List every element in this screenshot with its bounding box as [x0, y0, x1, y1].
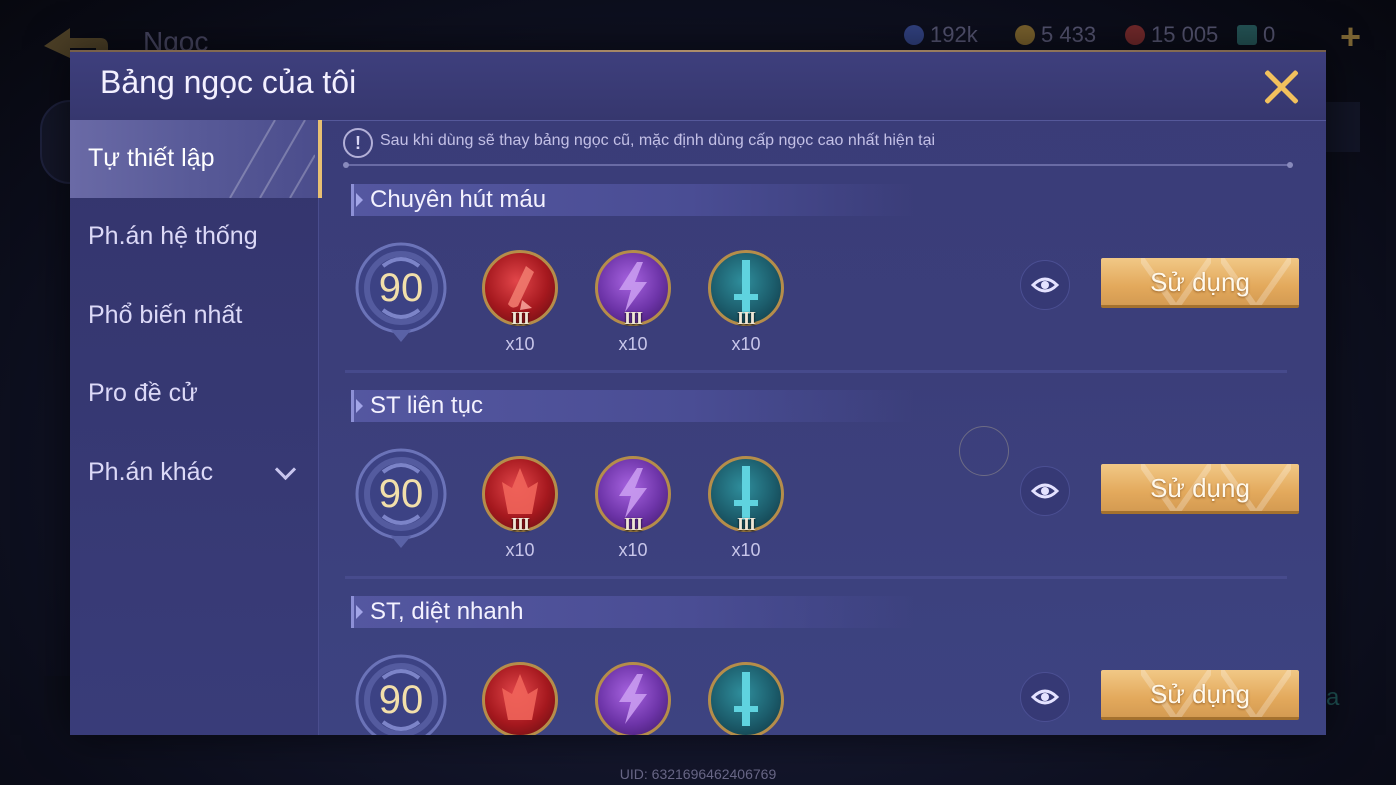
red-gem-icon: [1125, 25, 1145, 45]
level-badge: 90: [353, 240, 451, 346]
rune-count: x10: [731, 334, 761, 354]
gold-coin-icon: [1015, 25, 1035, 45]
sidebar-item-label: Pro đề cử: [88, 379, 198, 407]
flame-icon: [502, 674, 538, 720]
eye-icon: [1030, 483, 1060, 499]
rune-count: x10: [618, 334, 648, 354]
sidebar-item-custom[interactable]: Tự thiết lập: [70, 120, 322, 198]
rune-list: ! Sau khi dùng sẽ thay bảng ngọc cũ, mặc…: [319, 120, 1326, 735]
rune-set-row: ST, diệt nhanh 90 Sử dụng: [319, 596, 1326, 735]
background-edge-text: a: [1326, 684, 1340, 711]
use-button-label: Sử dụng: [1150, 473, 1250, 503]
level-value: 90: [378, 472, 424, 516]
arrow-icon: [356, 605, 363, 619]
rune-tier: III: [623, 308, 643, 328]
arrow-icon: [356, 399, 363, 413]
rune-tier: III: [736, 514, 756, 534]
rune-page-modal: Bảng ngọc của tôi Tự thiết lập Ph.án hệ …: [70, 50, 1326, 735]
currency-card: 0: [1237, 22, 1275, 48]
background-side-button: [1326, 102, 1360, 152]
loading-spinner-icon: [959, 426, 1009, 476]
sidebar-item-pro[interactable]: Pro đề cử: [70, 355, 318, 433]
add-currency-button[interactable]: +: [1340, 16, 1361, 58]
row-header: ST, diệt nhanh: [351, 596, 914, 628]
rune-count: x10: [505, 540, 535, 560]
rune-set-row: Chuyên hút máu 90 III x10 III x10 III x1…: [319, 184, 1326, 390]
modal-title: Bảng ngọc của tôi: [100, 64, 357, 100]
rune-tier: III: [736, 308, 756, 328]
rune-count: x10: [618, 540, 648, 560]
level-badge: 90: [353, 652, 451, 735]
notice-banner: ! Sau khi dùng sẽ thay bảng ngọc cũ, mặc…: [343, 128, 1303, 168]
eye-icon: [1030, 277, 1060, 293]
notice-text: Sau khi dùng sẽ thay bảng ngọc cũ, mặc đ…: [380, 132, 936, 149]
modal-header: Bảng ngọc của tôi: [70, 52, 1326, 121]
sword-icon: [734, 672, 758, 726]
decorative-lines: [229, 120, 315, 198]
preview-button[interactable]: [1020, 466, 1070, 516]
rune-count: x10: [731, 540, 761, 560]
sidebar: Tự thiết lập Ph.án hệ thống Phổ biến nhấ…: [70, 120, 322, 735]
rune-tier: III: [510, 514, 530, 534]
rune-tier: III: [623, 514, 643, 534]
level-value: 90: [378, 678, 424, 722]
sidebar-item-label: Ph.án hệ thống: [88, 222, 258, 250]
preview-button[interactable]: [1020, 672, 1070, 722]
chevron-down-icon: [274, 458, 297, 481]
row-divider: [345, 370, 1287, 373]
use-button-label: Sử dụng: [1150, 679, 1250, 709]
arrow-icon: [356, 193, 363, 207]
card-icon: [1237, 25, 1257, 45]
sidebar-item-label: Tự thiết lập: [88, 144, 215, 172]
sidebar-item-popular[interactable]: Phổ biến nhất: [70, 277, 318, 355]
row-title: Chuyên hút máu: [370, 186, 547, 213]
row-header: Chuyên hút máu: [351, 184, 914, 216]
eye-icon: [1030, 689, 1060, 705]
level-value: 90: [378, 266, 424, 310]
sidebar-item-label: Ph.án khác: [88, 458, 214, 486]
use-button[interactable]: Sử dụng: [1101, 258, 1299, 308]
rune-set-row: ST liên tục 90 III x10 III x10 III x10 S…: [319, 390, 1326, 596]
warning-icon: !: [343, 128, 373, 158]
close-icon[interactable]: [1262, 68, 1300, 106]
row-header: ST liên tục: [351, 390, 914, 422]
sidebar-item-other[interactable]: Ph.án khác: [70, 434, 318, 512]
use-button-label: Sử dụng: [1150, 267, 1250, 297]
use-button[interactable]: Sử dụng: [1101, 464, 1299, 514]
currency-red: 15 005: [1125, 22, 1218, 48]
divider: [343, 162, 1293, 168]
sidebar-item-label: Phổ biến nhất: [88, 301, 243, 329]
currency-blue: 192k: [904, 22, 978, 48]
blue-coin-icon: [904, 25, 924, 45]
currency-gold: 5 433: [1015, 22, 1096, 48]
row-divider: [345, 576, 1287, 579]
row-title: ST, diệt nhanh: [370, 598, 524, 625]
lightning-icon: [619, 674, 647, 724]
preview-button[interactable]: [1020, 260, 1070, 310]
uid-text: UID: 6321696462406769: [619, 766, 777, 782]
rune-tier: III: [510, 308, 530, 328]
sidebar-item-system[interactable]: Ph.án hệ thống: [70, 198, 318, 276]
use-button[interactable]: Sử dụng: [1101, 670, 1299, 720]
rune-count: x10: [505, 334, 535, 354]
row-title: ST liên tục: [370, 392, 483, 419]
background-left-bar: [44, 676, 70, 720]
level-badge: 90: [353, 446, 451, 552]
